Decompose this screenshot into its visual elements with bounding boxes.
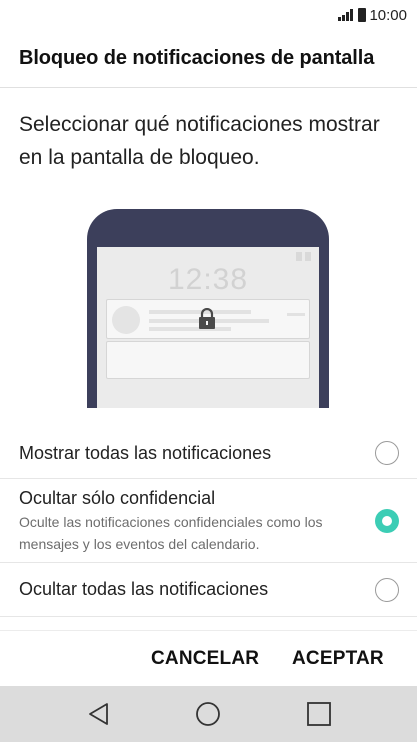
option-label: Mostrar todas las notificaciones	[19, 443, 272, 463]
recents-icon[interactable]	[305, 700, 333, 728]
phone-status-icons	[296, 252, 311, 261]
status-time: 10:00	[369, 6, 407, 24]
navigation-bar	[0, 686, 417, 742]
notification-line	[287, 313, 305, 316]
phone-screen: 12:38	[97, 247, 319, 408]
notification-card	[106, 299, 310, 339]
lock-icon	[199, 308, 215, 329]
option-label: Ocultar sólo confidencial	[19, 488, 216, 508]
radio-button[interactable]	[375, 441, 399, 465]
signal-icon	[338, 9, 354, 21]
option-hide-confidential[interactable]: Ocultar sólo confidencial Oculte las not…	[0, 479, 417, 563]
lockscreen-illustration: 12:38	[87, 209, 329, 408]
header: Bloqueo de notificaciones de pantalla	[0, 30, 417, 88]
option-hide-all[interactable]: Ocultar todas las notificaciones	[0, 563, 417, 617]
action-bar: CANCELAR ACEPTAR	[0, 630, 417, 686]
accept-button[interactable]: ACEPTAR	[292, 648, 384, 670]
notification-line	[149, 327, 231, 331]
back-icon[interactable]	[85, 700, 113, 728]
option-label: Ocultar todas las notificaciones	[19, 579, 269, 599]
radio-button[interactable]	[375, 578, 399, 602]
home-icon[interactable]	[194, 700, 222, 728]
page-title: Bloqueo de notificaciones de pantalla	[19, 47, 375, 69]
status-bar: 10:00	[0, 0, 417, 30]
notification-card	[106, 341, 310, 379]
notification-avatar	[112, 306, 140, 334]
cancel-button[interactable]: CANCELAR	[151, 648, 259, 670]
phone-clock: 12:38	[167, 263, 249, 296]
option-show-all[interactable]: Mostrar todas las notificaciones	[0, 425, 417, 479]
description-text: Seleccionar qué notificaciones mostrar e…	[19, 113, 380, 169]
options-list: Mostrar todas las notificaciones Ocultar…	[0, 425, 417, 617]
radio-button-selected[interactable]	[375, 509, 399, 533]
option-description: Oculte las notificaciones confidenciales…	[19, 514, 323, 552]
battery-icon	[358, 8, 367, 22]
